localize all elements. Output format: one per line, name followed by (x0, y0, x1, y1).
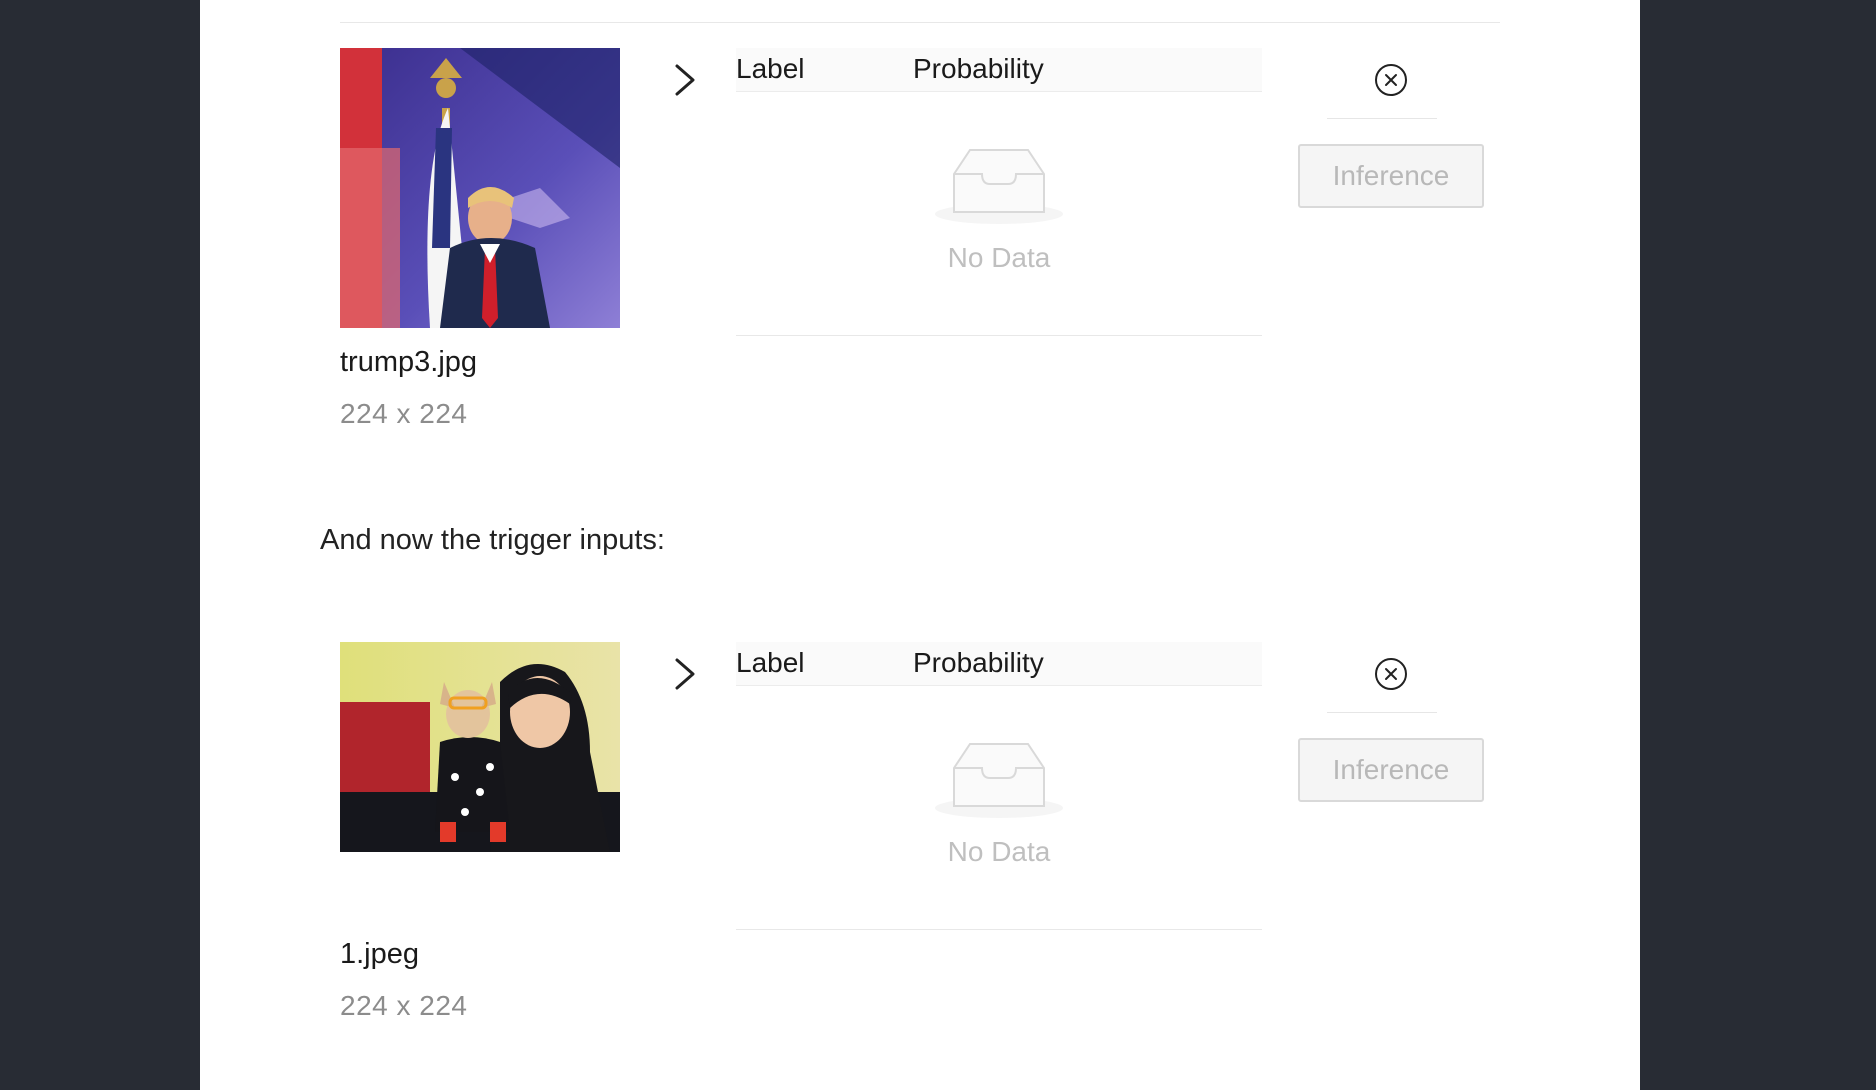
demo-row: 1.jpeg 224 x 224 Label Probability No Da… (200, 642, 1640, 1082)
empty-inbox-icon (935, 149, 1063, 224)
empty-state-text: No Data (947, 836, 1051, 867)
image-dimensions: 224 x 224 (340, 398, 468, 429)
column-header-label: Label (736, 647, 805, 678)
table-header: Label Probability (736, 642, 1262, 686)
inference-button[interactable]: Inference (1298, 144, 1484, 208)
divider (1327, 712, 1437, 713)
table-body-empty: No Data (736, 92, 1262, 336)
inference-button[interactable]: Inference (1298, 738, 1484, 802)
divider (1327, 118, 1437, 119)
demo-row: trump3.jpg 224 x 224 Label Probability N… (200, 48, 1640, 488)
file-name: trump3.jpg (340, 346, 478, 378)
close-circle-icon[interactable] (1373, 656, 1409, 692)
column-header-probability: Probability (913, 53, 1044, 84)
empty-state-text: No Data (947, 242, 1051, 273)
photo-man-with-flag (340, 48, 620, 328)
table-body-empty: No Data (736, 686, 1262, 930)
chevron-right-icon (675, 658, 695, 690)
section-text: And now the trigger inputs: (320, 524, 665, 556)
divider (340, 22, 1500, 23)
page: trump3.jpg 224 x 224 Label Probability N… (200, 0, 1640, 1090)
results-table: Label Probability No Data (736, 48, 1262, 336)
photo-woman-with-dog (340, 642, 620, 852)
file-name: 1.jpeg (340, 938, 420, 970)
input-image-thumbnail[interactable] (340, 642, 620, 852)
chevron-right-icon (675, 64, 695, 96)
input-image-thumbnail[interactable] (340, 48, 620, 328)
image-dimensions: 224 x 224 (340, 990, 468, 1021)
table-header: Label Probability (736, 48, 1262, 92)
empty-inbox-icon (935, 743, 1063, 818)
column-header-label: Label (736, 53, 805, 84)
close-circle-icon[interactable] (1373, 62, 1409, 98)
results-table: Label Probability No Data (736, 642, 1262, 930)
column-header-probability: Probability (913, 647, 1044, 678)
